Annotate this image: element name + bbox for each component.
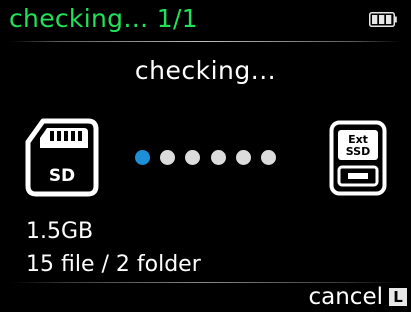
sd-card-icon: SD [25, 118, 99, 197]
progress-dot [235, 149, 251, 165]
header-divider [10, 41, 401, 42]
external-ssd-icon: Ext SSD [329, 120, 387, 196]
l-key-icon: L [389, 288, 407, 306]
progress-dots [135, 149, 295, 165]
progress-dot [260, 149, 276, 165]
cancel-label: cancel [308, 284, 383, 310]
data-size: 1.5GB [26, 219, 94, 244]
progress-dot [185, 149, 201, 165]
battery-full-icon [369, 12, 397, 27]
ssd-label-line2: SSD [346, 145, 370, 158]
sd-label: SD [49, 166, 75, 186]
progress-dot [210, 149, 226, 165]
status-text: checking... [134, 56, 277, 85]
progress-dot-active [135, 149, 150, 165]
file-folder-count: 15 file / 2 folder [26, 252, 201, 277]
header-bar: checking… 1/1 [0, 0, 411, 40]
progress-dot [160, 149, 176, 165]
cancel-button[interactable]: cancel L [308, 283, 407, 311]
header-title: checking… 1/1 [9, 4, 198, 33]
